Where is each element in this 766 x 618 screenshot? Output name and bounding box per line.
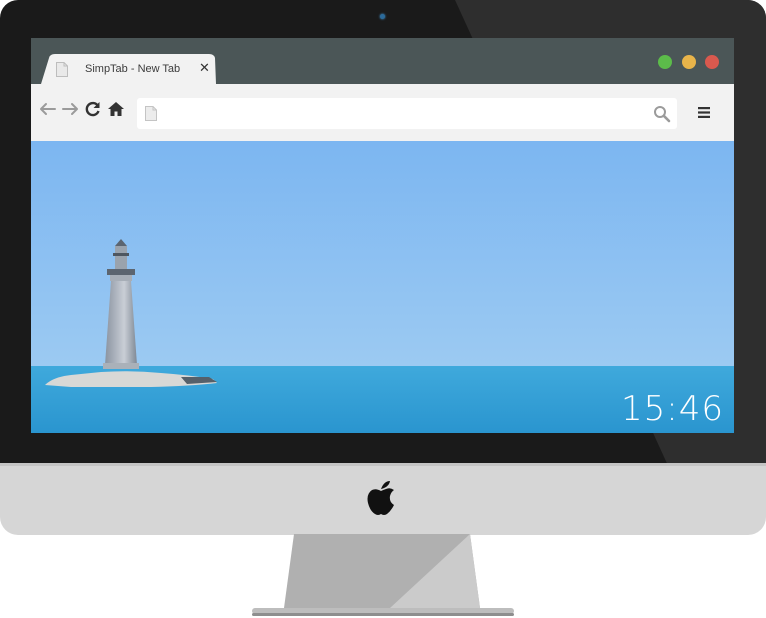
window-minimize-button[interactable]	[658, 55, 672, 69]
arrow-left-icon[interactable]	[38, 99, 58, 119]
hamburger-menu-icon[interactable]	[698, 106, 710, 119]
window-zoom-button[interactable]	[682, 55, 696, 69]
search-icon[interactable]	[653, 105, 671, 123]
browser-window: SimpTab - New Tab ✕ 15:46	[31, 38, 734, 433]
page-icon	[145, 106, 157, 121]
tab-title: SimpTab - New Tab	[85, 63, 181, 75]
clock: 15:46	[621, 389, 724, 429]
window-close-button[interactable]	[705, 55, 719, 69]
monitor-stand	[252, 534, 514, 616]
close-icon[interactable]: ✕	[199, 61, 210, 76]
address-input[interactable]	[163, 103, 647, 125]
page-icon	[56, 62, 68, 77]
browser-toolbar	[31, 84, 734, 141]
apple-logo-icon	[367, 481, 394, 515]
tab-bar: SimpTab - New Tab ✕	[31, 38, 734, 84]
address-bar[interactable]	[137, 98, 677, 129]
webcam-icon	[380, 14, 385, 19]
arrow-right-icon[interactable]	[60, 99, 80, 119]
newtab-wallpaper: 15:46	[31, 141, 734, 433]
home-icon[interactable]	[106, 99, 126, 119]
tab-simptab[interactable]: SimpTab - New Tab ✕	[41, 54, 216, 84]
reload-icon[interactable]	[83, 99, 103, 119]
